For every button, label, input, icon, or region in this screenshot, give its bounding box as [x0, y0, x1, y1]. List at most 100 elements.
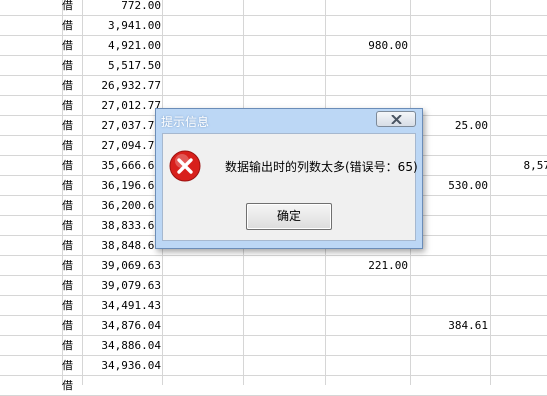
amount-cell[interactable] — [325, 76, 410, 95]
amount-cell[interactable] — [325, 0, 410, 15]
amount-cell[interactable] — [490, 16, 547, 35]
amount-cell[interactable] — [325, 56, 410, 75]
balance-cell[interactable]: 35,666.67 — [82, 156, 162, 175]
amount-cell[interactable] — [410, 76, 490, 95]
direction-cell[interactable]: 借 — [62, 336, 82, 355]
dialog-message: 数据输出时的列数太多(错误号：65) — [225, 160, 418, 174]
balance-cell[interactable]: 36,196.67 — [82, 176, 162, 195]
amount-cell[interactable] — [325, 296, 410, 315]
balance-cell[interactable]: 34,886.04 — [82, 336, 162, 355]
amount-cell[interactable] — [490, 116, 547, 135]
direction-cell[interactable]: 借 — [62, 256, 82, 275]
amount-cell[interactable] — [410, 16, 490, 35]
amount-cell[interactable] — [325, 16, 410, 35]
balance-cell[interactable]: 27,012.77 — [82, 96, 162, 115]
balance-cell[interactable]: 4,921.00 — [82, 36, 162, 55]
table-row[interactable]: 借 3,941.00 — [0, 16, 547, 36]
amount-cell[interactable] — [490, 96, 547, 115]
balance-cell[interactable] — [82, 376, 162, 395]
balance-cell[interactable]: 34,876.04 — [82, 316, 162, 335]
direction-cell[interactable]: 借 — [62, 156, 82, 175]
direction-cell[interactable]: 借 — [62, 56, 82, 75]
table-row[interactable]: 借 34,936.04 — [0, 356, 547, 376]
amount-cell[interactable] — [490, 236, 547, 255]
direction-cell[interactable]: 借 — [62, 96, 82, 115]
direction-cell[interactable]: 借 — [62, 236, 82, 255]
direction-cell[interactable]: 借 — [62, 176, 82, 195]
direction-cell[interactable]: 借 — [62, 196, 82, 215]
direction-cell[interactable]: 借 — [62, 216, 82, 235]
amount-cell[interactable] — [410, 56, 490, 75]
direction-cell[interactable]: 借 — [62, 296, 82, 315]
balance-cell[interactable]: 5,517.50 — [82, 56, 162, 75]
amount-cell[interactable] — [410, 276, 490, 295]
amount-cell[interactable]: 980.00 — [325, 36, 410, 55]
amount-cell[interactable] — [325, 336, 410, 355]
balance-cell[interactable]: 772.00 — [82, 0, 162, 15]
amount-cell[interactable] — [490, 176, 547, 195]
amount-cell[interactable] — [490, 256, 547, 275]
balance-cell[interactable]: 39,079.63 — [82, 276, 162, 295]
amount-cell[interactable] — [325, 356, 410, 375]
close-button[interactable] — [376, 111, 416, 127]
balance-cell[interactable]: 27,037.77 — [82, 116, 162, 135]
balance-cell[interactable]: 38,833.67 — [82, 216, 162, 235]
direction-cell[interactable]: 借 — [62, 76, 82, 95]
amount-cell[interactable] — [490, 336, 547, 355]
direction-cell[interactable]: 借 — [62, 316, 82, 335]
amount-cell[interactable] — [325, 316, 410, 335]
balance-cell[interactable]: 34,936.04 — [82, 356, 162, 375]
dialog-titlebar[interactable]: 提示信息 — [156, 109, 422, 133]
balance-cell[interactable]: 38,848.63 — [82, 236, 162, 255]
amount-cell[interactable] — [490, 356, 547, 375]
table-row[interactable]: 借 34,886.04 — [0, 336, 547, 356]
direction-cell[interactable]: 借 — [62, 136, 82, 155]
balance-cell[interactable]: 39,069.63 — [82, 256, 162, 275]
amount-cell[interactable] — [325, 276, 410, 295]
table-row[interactable]: 借 39,079.63 — [0, 276, 547, 296]
amount-cell[interactable]: 384.61 — [410, 316, 490, 335]
direction-cell[interactable]: 借 — [62, 356, 82, 375]
balance-cell[interactable]: 36,200.67 — [82, 196, 162, 215]
amount-cell[interactable] — [490, 296, 547, 315]
ok-button[interactable]: 确定 — [246, 203, 332, 230]
amount-cell[interactable] — [325, 376, 410, 395]
table-row[interactable]: 借 5,517.50 — [0, 56, 547, 76]
amount-cell[interactable] — [490, 216, 547, 235]
balance-cell[interactable]: 3,941.00 — [82, 16, 162, 35]
table-row[interactable]: 借 — [0, 376, 547, 396]
amount-cell[interactable] — [490, 56, 547, 75]
balance-cell[interactable]: 27,094.77 — [82, 136, 162, 155]
amount-cell[interactable] — [490, 136, 547, 155]
table-row[interactable]: 借 26,932.77 — [0, 76, 547, 96]
amount-cell[interactable]: 8,57 — [490, 156, 547, 175]
direction-cell[interactable]: 借 — [62, 276, 82, 295]
amount-cell[interactable] — [490, 76, 547, 95]
amount-cell[interactable] — [410, 36, 490, 55]
balance-cell[interactable]: 34,491.43 — [82, 296, 162, 315]
amount-cell[interactable] — [490, 276, 547, 295]
amount-cell[interactable]: 221.00 — [325, 256, 410, 275]
amount-cell[interactable] — [490, 36, 547, 55]
amount-cell[interactable] — [490, 196, 547, 215]
amount-cell[interactable] — [490, 376, 547, 395]
amount-cell[interactable] — [410, 0, 490, 15]
direction-cell[interactable]: 借 — [62, 36, 82, 55]
table-row[interactable]: 借 34,491.43 — [0, 296, 547, 316]
balance-cell[interactable]: 26,932.77 — [82, 76, 162, 95]
amount-cell[interactable] — [410, 256, 490, 275]
amount-cell[interactable] — [490, 0, 547, 15]
amount-cell[interactable] — [410, 296, 490, 315]
table-row[interactable]: 借 34,876.04 384.61 — [0, 316, 547, 336]
table-row[interactable]: 借 4,921.00 980.00 — [0, 36, 547, 56]
table-row[interactable]: 借 772.00 — [0, 0, 547, 16]
direction-cell[interactable]: 借 — [62, 16, 82, 35]
amount-cell[interactable] — [410, 376, 490, 395]
amount-cell[interactable] — [490, 316, 547, 335]
table-row[interactable]: 借 39,069.63 221.00 — [0, 256, 547, 276]
direction-cell[interactable]: 借 — [62, 116, 82, 135]
amount-cell[interactable] — [410, 336, 490, 355]
amount-cell[interactable] — [410, 356, 490, 375]
direction-cell[interactable]: 借 — [62, 376, 82, 395]
direction-cell[interactable]: 借 — [62, 0, 82, 15]
